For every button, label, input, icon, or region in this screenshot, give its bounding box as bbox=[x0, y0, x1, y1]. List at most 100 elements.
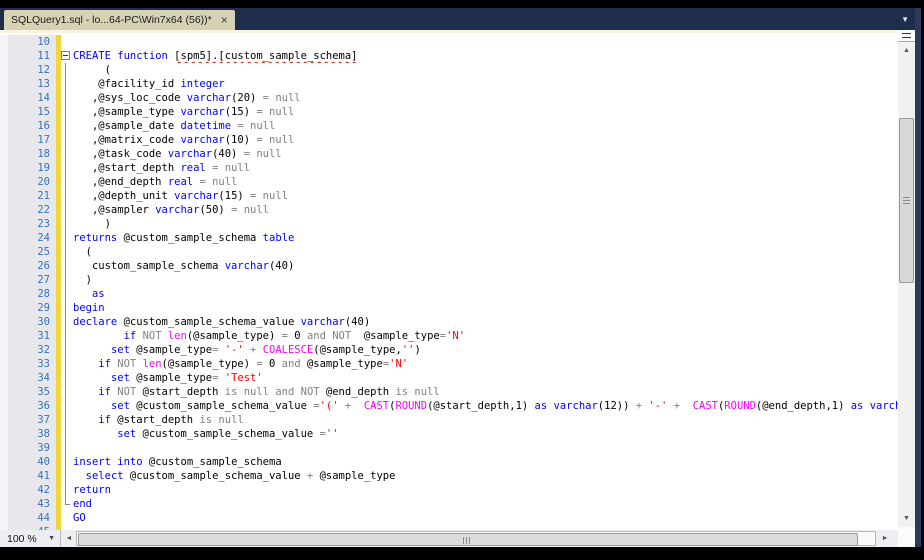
code-line[interactable]: 28 as bbox=[0, 287, 898, 301]
code-line[interactable]: 25 ( bbox=[0, 245, 898, 259]
outlining-margin bbox=[61, 189, 73, 203]
outlining-margin bbox=[61, 175, 73, 189]
code-line[interactable]: 18 ,@task_code varchar(40) = null bbox=[0, 147, 898, 161]
code-text: select @custom_sample_schema_value + @sa… bbox=[73, 469, 898, 483]
code-line[interactable]: 36 set @custom_sample_schema_value ='(' … bbox=[0, 399, 898, 413]
vertical-scroll-thumb[interactable] bbox=[899, 118, 914, 283]
line-number: 35 bbox=[0, 385, 56, 399]
line-number: 40 bbox=[0, 455, 56, 469]
code-text: ,@end_depth real = null bbox=[73, 175, 898, 189]
scroll-down-button[interactable]: ▼ bbox=[898, 510, 915, 527]
line-number: 36 bbox=[0, 399, 56, 413]
horizontal-scrollbar[interactable]: 100 % ▼ ◄ ► bbox=[0, 530, 898, 547]
document-tab-title: SQLQuery1.sql - lo...64-PC\Win7x64 (56))… bbox=[11, 14, 212, 26]
code-line[interactable]: 29begin bbox=[0, 301, 898, 315]
outlining-margin bbox=[61, 245, 73, 259]
line-number: 26 bbox=[0, 259, 56, 273]
code-line[interactable]: 23 ) bbox=[0, 217, 898, 231]
code-line[interactable]: 31 if NOT len(@sample_type) = 0 and NOT … bbox=[0, 329, 898, 343]
outlining-margin bbox=[61, 399, 73, 413]
scroll-up-icon: ▲ bbox=[903, 47, 910, 54]
code-text: end bbox=[73, 497, 898, 511]
code-line[interactable]: 12 ( bbox=[0, 63, 898, 77]
scroll-left-button[interactable]: ◄ bbox=[62, 530, 76, 547]
code-text: ,@sampler varchar(50) = null bbox=[73, 203, 898, 217]
code-line[interactable]: 24returns @custom_sample_schema table bbox=[0, 231, 898, 245]
editor-zoom-selector[interactable]: 100 % ▼ bbox=[0, 530, 61, 547]
outlining-margin bbox=[61, 497, 73, 511]
outlining-margin bbox=[61, 483, 73, 497]
collapse-toggle-icon[interactable] bbox=[61, 51, 70, 60]
editor-split-handle[interactable] bbox=[898, 30, 915, 42]
scroll-left-icon: ◄ bbox=[66, 535, 73, 542]
code-line[interactable]: 27 ) bbox=[0, 273, 898, 287]
code-line[interactable]: 16 ,@sample_date datetime = null bbox=[0, 119, 898, 133]
outlining-margin bbox=[61, 413, 73, 427]
code-text: ,@depth_unit varchar(15) = null bbox=[73, 189, 898, 203]
code-line[interactable]: 14 ,@sys_loc_code varchar(20) = null bbox=[0, 91, 898, 105]
code-text: if NOT @start_depth is null and NOT @end… bbox=[73, 385, 898, 399]
outlining-margin bbox=[61, 273, 73, 287]
code-line[interactable]: 39 bbox=[0, 441, 898, 455]
outlining-margin bbox=[61, 511, 73, 525]
scroll-right-icon: ► bbox=[882, 535, 889, 542]
code-line[interactable]: 15 ,@sample_type varchar(15) = null bbox=[0, 105, 898, 119]
outlining-margin bbox=[61, 259, 73, 273]
vertical-scrollbar[interactable]: ▲ ▼ bbox=[898, 30, 915, 547]
code-line[interactable]: 17 ,@matrix_code varchar(10) = null bbox=[0, 133, 898, 147]
outlining-margin bbox=[61, 231, 73, 245]
code-line[interactable]: 41 select @custom_sample_schema_value + … bbox=[0, 469, 898, 483]
code-line[interactable]: 34 set @sample_type= 'Test' bbox=[0, 371, 898, 385]
line-number: 29 bbox=[0, 301, 56, 315]
scroll-right-button[interactable]: ► bbox=[878, 530, 892, 547]
code-text: if NOT len(@sample_type) = 0 and NOT @sa… bbox=[73, 329, 898, 343]
code-text bbox=[73, 35, 898, 49]
code-line[interactable]: 33 if NOT len(@sample_type) = 0 and @sam… bbox=[0, 357, 898, 371]
code-line[interactable]: 42return bbox=[0, 483, 898, 497]
outlining-margin bbox=[61, 427, 73, 441]
line-number: 33 bbox=[0, 357, 56, 371]
code-line[interactable]: 26 custom_sample_schema varchar(40) bbox=[0, 259, 898, 273]
code-line[interactable]: 19 ,@start_depth real = null bbox=[0, 161, 898, 175]
outlining-margin bbox=[61, 49, 73, 63]
tab-list-dropdown-icon[interactable]: ▼ bbox=[901, 15, 909, 24]
horizontal-scroll-track[interactable] bbox=[76, 531, 876, 546]
code-line[interactable]: 21 ,@depth_unit varchar(15) = null bbox=[0, 189, 898, 203]
ssms-window: SQLQuery1.sql - lo...64-PC\Win7x64 (56))… bbox=[0, 0, 924, 560]
outlining-margin bbox=[61, 441, 73, 455]
line-number: 12 bbox=[0, 63, 56, 77]
document-tab[interactable]: SQLQuery1.sql - lo...64-PC\Win7x64 (56))… bbox=[4, 10, 235, 30]
code-line[interactable]: 38 set @custom_sample_schema_value ='' bbox=[0, 427, 898, 441]
code-line[interactable]: 43end bbox=[0, 497, 898, 511]
code-line[interactable]: 32 set @sample_type= '-' + COALESCE(@sam… bbox=[0, 343, 898, 357]
code-line[interactable]: 35 if NOT @start_depth is null and NOT @… bbox=[0, 385, 898, 399]
code-text: custom_sample_schema varchar(40) bbox=[73, 259, 898, 273]
code-line[interactable]: 44GO bbox=[0, 511, 898, 525]
scroll-up-button[interactable]: ▲ bbox=[898, 43, 915, 58]
code-line[interactable]: 13 @facility_id integer bbox=[0, 77, 898, 91]
close-icon[interactable]: × bbox=[221, 14, 228, 26]
code-text: CREATE function [spm5].[custom_sample_sc… bbox=[73, 49, 898, 63]
code-text: ) bbox=[73, 217, 898, 231]
line-number: 10 bbox=[0, 35, 56, 49]
code-line[interactable]: 40insert into @custom_sample_schema bbox=[0, 455, 898, 469]
horizontal-scroll-thumb[interactable] bbox=[78, 533, 858, 546]
code-line[interactable]: 22 ,@sampler varchar(50) = null bbox=[0, 203, 898, 217]
line-number: 11 bbox=[0, 49, 56, 63]
line-number: 27 bbox=[0, 273, 56, 287]
code-text: set @sample_type= '-' + COALESCE(@sample… bbox=[73, 343, 898, 357]
sql-code-editor[interactable]: 1011 CREATE function [spm5].[custom_sampl… bbox=[0, 33, 898, 530]
line-number: 30 bbox=[0, 315, 56, 329]
code-line[interactable]: 37 if @start_depth is null bbox=[0, 413, 898, 427]
code-line[interactable]: 30declare @custom_sample_schema_value va… bbox=[0, 315, 898, 329]
line-number: 20 bbox=[0, 175, 56, 189]
line-number: 16 bbox=[0, 119, 56, 133]
code-line[interactable]: 11 CREATE function [spm5].[custom_sample_… bbox=[0, 49, 898, 63]
line-number: 42 bbox=[0, 483, 56, 497]
code-line[interactable]: 20 ,@end_depth real = null bbox=[0, 175, 898, 189]
code-line[interactable]: 10 bbox=[0, 35, 898, 49]
code-text: set @sample_type= 'Test' bbox=[73, 371, 898, 385]
code-lines: 1011 CREATE function [spm5].[custom_sampl… bbox=[0, 35, 898, 530]
code-text: ,@sample_type varchar(15) = null bbox=[73, 105, 898, 119]
code-text: set @custom_sample_schema_value ='(' + C… bbox=[73, 399, 898, 413]
